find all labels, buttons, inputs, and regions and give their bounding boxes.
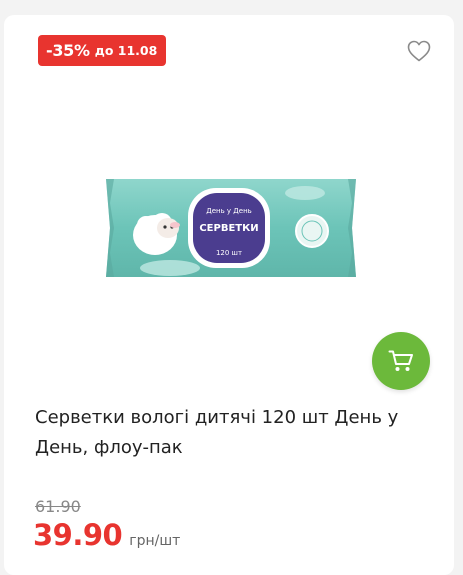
- price-unit: грн/шт: [129, 533, 181, 549]
- pack-name: СЕРВЕТКИ: [199, 223, 258, 234]
- discount-badge: -35% до 11.08: [38, 35, 167, 66]
- add-to-cart-button[interactable]: [372, 332, 430, 390]
- favorite-button[interactable]: [406, 39, 432, 63]
- price-row: 39.90 грн/шт: [33, 518, 180, 552]
- heart-icon: [407, 40, 431, 62]
- wipes-pack: День у День СЕРВЕТКИ 120 шт: [106, 179, 356, 277]
- product-title[interactable]: Серветки вологі дитячі 120 шт День у Ден…: [35, 403, 425, 463]
- product-card[interactable]: -35% до 11.08 День у День СЕРВЕТКИ 120 ш…: [4, 15, 454, 575]
- discount-until: до 11.08: [94, 43, 158, 58]
- pack-brand: День у День: [206, 207, 252, 215]
- discount-percent: -35%: [46, 41, 90, 60]
- product-image[interactable]: День у День СЕРВЕТКИ 120 шт: [100, 173, 362, 283]
- cart-icon: [388, 350, 413, 371]
- current-price: 39.90: [33, 518, 123, 552]
- pack-count: 120 шт: [216, 249, 242, 257]
- old-price: 61.90: [35, 497, 81, 516]
